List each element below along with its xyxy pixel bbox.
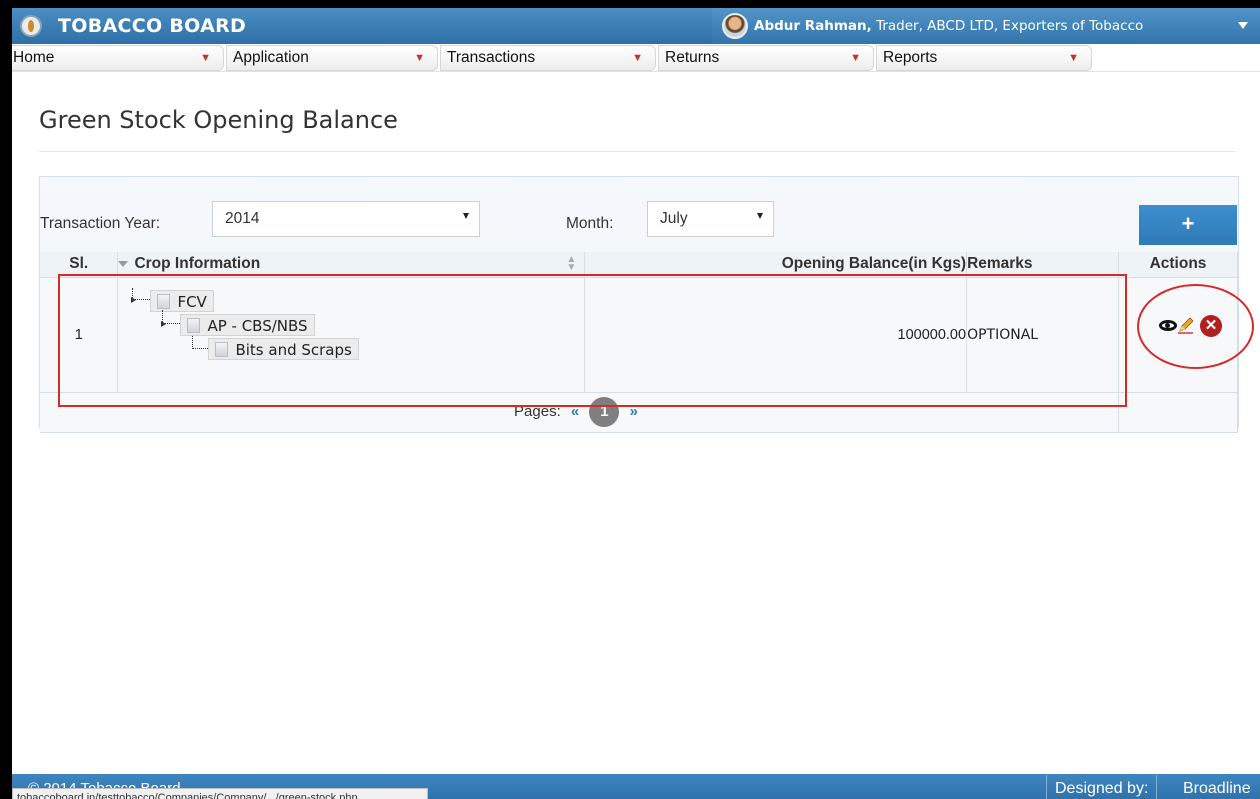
- transaction-year-label: Transaction Year:: [40, 215, 161, 232]
- nav-item-application[interactable]: Application ▼: [226, 45, 438, 71]
- month-label: Month:: [566, 215, 614, 232]
- footer-designer-link[interactable]: Broadline: [1175, 775, 1251, 798]
- header-bar: TOBACCO BOARD Abdur Rahman, Trader, ABCD…: [12, 8, 1260, 44]
- user-menu[interactable]: Abdur Rahman, Trader, ABCD LTD, Exporter…: [712, 8, 1260, 44]
- brand-title[interactable]: TOBACCO BOARD: [58, 15, 246, 37]
- sort-icon[interactable]: ▲ ▼: [566, 255, 576, 273]
- column-header-label: Crop Information: [134, 255, 261, 273]
- nav-item-label: Returns: [665, 49, 720, 66]
- annotation-highlight-oval: [1137, 284, 1254, 369]
- nav-item-reports[interactable]: Reports ▼: [876, 45, 1092, 71]
- annotation-highlight-box: [58, 274, 1127, 407]
- nav-item-home[interactable]: Home ▼: [12, 45, 224, 71]
- column-header-label: Actions: [1149, 255, 1207, 273]
- browser-viewport: TOBACCO BOARD Abdur Rahman, Trader, ABCD…: [12, 8, 1260, 799]
- browser-status-url: tobaccoboard.in/testtobacco/Companies/Co…: [12, 788, 428, 799]
- chevron-down-icon: ▼: [414, 52, 425, 64]
- month-select[interactable]: July: [647, 201, 774, 237]
- pagination-filler: [1118, 392, 1238, 433]
- nav-item-label: Home: [13, 49, 55, 66]
- add-button[interactable]: +: [1139, 205, 1237, 245]
- user-info: Abdur Rahman, Trader, ABCD LTD, Exporter…: [754, 18, 1143, 34]
- nav-item-returns[interactable]: Returns ▼: [658, 45, 874, 71]
- user-avatar: [722, 13, 748, 39]
- chevron-down-icon: [463, 213, 469, 219]
- transaction-year-value: 2014: [225, 210, 260, 227]
- nav-item-label: Reports: [883, 49, 938, 66]
- column-header-label: Sl.: [69, 255, 89, 273]
- column-header-label: Opening Balance(in Kgs): [781, 255, 967, 273]
- chevron-down-icon: [757, 213, 763, 219]
- footer-designed-by: Designed by:: [1046, 775, 1158, 799]
- user-name: Abdur Rahman,: [754, 18, 872, 34]
- chevron-down-icon: ▼: [632, 52, 643, 64]
- nav-item-transactions[interactable]: Transactions ▼: [440, 45, 656, 71]
- sort-desc-icon: [118, 261, 129, 268]
- chevron-down-icon: ▼: [850, 52, 861, 64]
- transaction-year-select[interactable]: 2014: [212, 201, 480, 237]
- chevron-down-icon: ▼: [200, 52, 211, 64]
- column-header-label: Remarks: [967, 255, 1033, 273]
- page-title: Green Stock Opening Balance: [39, 106, 398, 134]
- main-nav: Home ▼ Application ▼ Transactions ▼ Returns…: [12, 44, 1260, 72]
- nav-item-label: Application: [233, 49, 309, 66]
- nav-item-label: Transactions: [447, 49, 536, 66]
- user-details: Trader, ABCD LTD, Exporters of Tobacco: [871, 18, 1144, 34]
- month-value: July: [660, 210, 688, 227]
- chevron-down-icon[interactable]: [1238, 22, 1248, 29]
- chevron-down-icon: ▼: [1068, 52, 1079, 64]
- column-header-actions: Actions: [1118, 252, 1238, 278]
- title-divider: [39, 151, 1235, 152]
- tobacco-board-logo-icon: [20, 15, 42, 37]
